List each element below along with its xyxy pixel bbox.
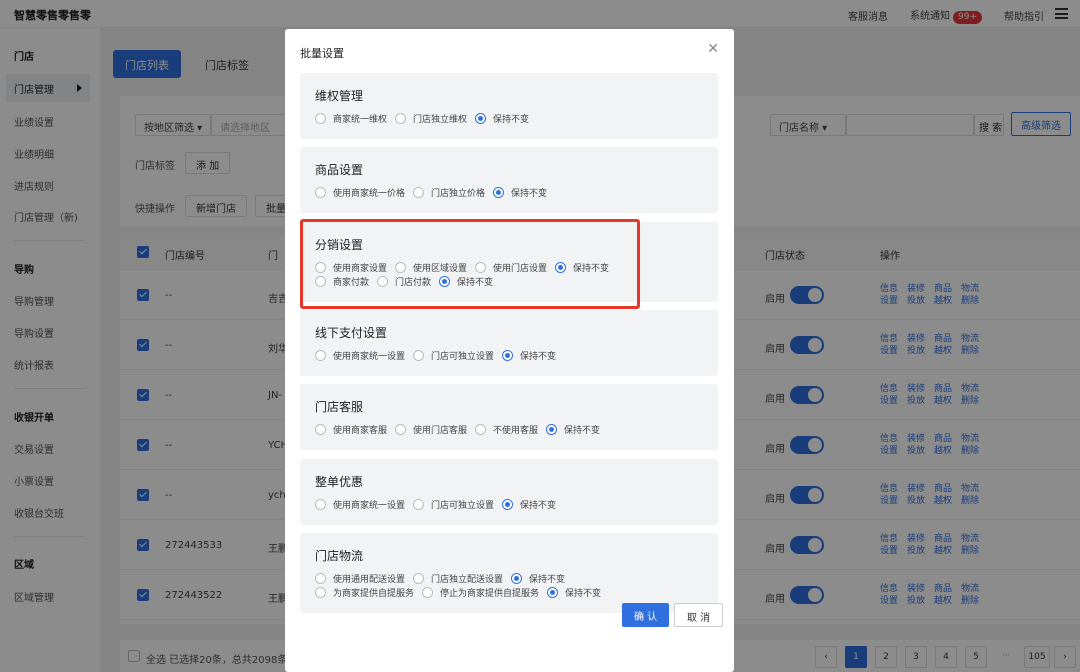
radio-option[interactable]: 使用门店客服 (395, 423, 467, 436)
radio-circle-icon (475, 424, 487, 435)
radio-label: 为商家提供自提服务 (333, 589, 415, 599)
radio-circle-icon (315, 587, 326, 598)
radio-circle-icon (413, 573, 425, 584)
radio-label: 保持不变 (520, 352, 557, 362)
radio-label: 门店独立配送设置 (431, 575, 504, 585)
section-store-customer-service: 门店客服使用商家客服 使用门店客服 不使用客服 保持不变 (300, 384, 718, 450)
radio-option[interactable]: 保持不变 (511, 572, 565, 585)
radio-option[interactable]: 保持不变 (502, 349, 556, 362)
radio-option[interactable]: 停止为商家提供自提服务 (422, 586, 539, 599)
radio-circle-icon (502, 499, 514, 510)
radio-label: 使用门店客服 (413, 426, 468, 436)
radio-circle-icon (395, 113, 407, 124)
cancel-button[interactable]: 取 消 (674, 603, 724, 627)
radio-label: 保持不变 (493, 115, 530, 125)
section-title: 线下支付设置 (315, 326, 388, 340)
radio-option[interactable]: 保持不变 (493, 186, 547, 199)
radio-label: 保持不变 (564, 426, 601, 436)
radio-circle-icon (502, 350, 514, 361)
radio-circle-icon (315, 573, 326, 584)
radio-circle-icon (493, 187, 505, 198)
radio-option[interactable]: 门店独立配送设置 (413, 572, 503, 585)
radio-label: 门店可独立设置 (431, 501, 495, 511)
radio-option[interactable]: 门店可独立设置 (413, 349, 494, 362)
radio-label: 保持不变 (565, 589, 602, 599)
radio-label: 保持不变 (520, 501, 557, 511)
section-title: 维权管理 (315, 89, 364, 103)
radio-label: 使用商家统一价格 (333, 189, 406, 199)
section-title: 整单优惠 (315, 475, 364, 489)
radio-option[interactable]: 门店独立价格 (413, 186, 485, 199)
confirm-button[interactable]: 确 认 (622, 603, 670, 627)
radio-label: 停止为商家提供自提服务 (440, 589, 540, 599)
radio-option[interactable]: 门店独立维权 (395, 112, 467, 125)
radio-option[interactable]: 使用商家统一价格 (315, 186, 405, 199)
radio-group: 使用商家客服 使用门店客服 不使用客服 保持不变 (315, 423, 600, 436)
radio-label: 门店独立价格 (431, 189, 486, 199)
radio-label: 保持不变 (529, 575, 566, 585)
close-icon[interactable]: ✕ (707, 41, 719, 57)
radio-label: 门店独立维权 (413, 115, 468, 125)
section-offline-pay-settings: 线下支付设置使用商家统一设置 门店可独立设置 保持不变 (300, 310, 718, 376)
radio-group: 商家统一维权 门店独立维权 保持不变 (315, 112, 529, 125)
radio-circle-icon (395, 424, 407, 435)
radio-label: 使用商家统一设置 (333, 352, 406, 362)
section-title: 门店物流 (315, 549, 364, 563)
section-title: 商品设置 (315, 163, 364, 177)
section-rights-mgmt: 维权管理商家统一维权 门店独立维权 保持不变 (300, 73, 718, 139)
modal-title: 批量设置 (300, 47, 344, 60)
radio-circle-icon (413, 499, 425, 510)
radio-group: 使用商家统一设置 门店可独立设置 保持不变 (315, 349, 556, 362)
radio-group: 使用商家统一价格 门店独立价格 保持不变 (315, 186, 547, 199)
radio-option[interactable]: 使用商家统一设置 (315, 498, 405, 511)
section-product-settings: 商品设置使用商家统一价格 门店独立价格 保持不变 (300, 147, 718, 213)
batch-settings-modal: 批量设置 ✕ 维权管理 商家统一维权 门店独立维权 保持不变 商品设置 使用商家统一价格门… (285, 29, 734, 672)
radio-group: 使用通用配送设置 门店独立配送设置 保持不变 (315, 572, 565, 585)
radio-group: 为商家提供自提服务 停止为商家提供自提服务 保持不变 (315, 586, 601, 599)
radio-label: 保持不变 (511, 189, 548, 199)
radio-option[interactable]: 保持不变 (546, 423, 600, 436)
radio-circle-icon (511, 573, 523, 584)
section-title: 门店客服 (315, 400, 364, 414)
radio-option[interactable]: 保持不变 (502, 498, 556, 511)
section-order-discount: 整单优惠使用商家统一设置 门店可独立设置 保持不变 (300, 459, 718, 525)
radio-circle-icon (315, 499, 326, 510)
radio-circle-icon (547, 587, 559, 598)
radio-circle-icon (315, 424, 326, 435)
radio-label: 使用通用配送设置 (333, 575, 406, 585)
radio-circle-icon (413, 187, 425, 198)
radio-circle-icon (422, 587, 434, 598)
radio-circle-icon (315, 113, 326, 124)
radio-option[interactable]: 使用通用配送设置 (315, 572, 405, 585)
radio-label: 使用商家统一设置 (333, 501, 406, 511)
radio-label: 商家统一维权 (333, 115, 388, 125)
radio-option[interactable]: 不使用客服 (475, 423, 538, 436)
section-store-logistics: 门店物流 使用通用配送设置 门店独立配送设置 保持不变 为商家提供自提服务 停止为商家提供… (300, 533, 718, 613)
radio-circle-icon (315, 187, 326, 198)
radio-option[interactable]: 门店可独立设置 (413, 498, 494, 511)
radio-option[interactable]: 使用商家统一设置 (315, 349, 405, 362)
radio-label: 不使用客服 (493, 426, 539, 436)
radio-circle-icon (315, 350, 326, 361)
radio-option[interactable]: 商家统一维权 (315, 112, 387, 125)
radio-option[interactable]: 为商家提供自提服务 (315, 586, 414, 599)
radio-circle-icon (546, 424, 558, 435)
radio-option[interactable]: 保持不变 (547, 586, 601, 599)
radio-option[interactable]: 使用商家客服 (315, 423, 387, 436)
highlight-box (300, 219, 640, 309)
radio-label: 门店可独立设置 (431, 352, 495, 362)
radio-circle-icon (475, 113, 487, 124)
radio-circle-icon (413, 350, 425, 361)
radio-option[interactable]: 保持不变 (475, 112, 529, 125)
radio-group: 使用商家统一设置 门店可独立设置 保持不变 (315, 498, 556, 511)
radio-label: 使用商家客服 (333, 426, 388, 436)
